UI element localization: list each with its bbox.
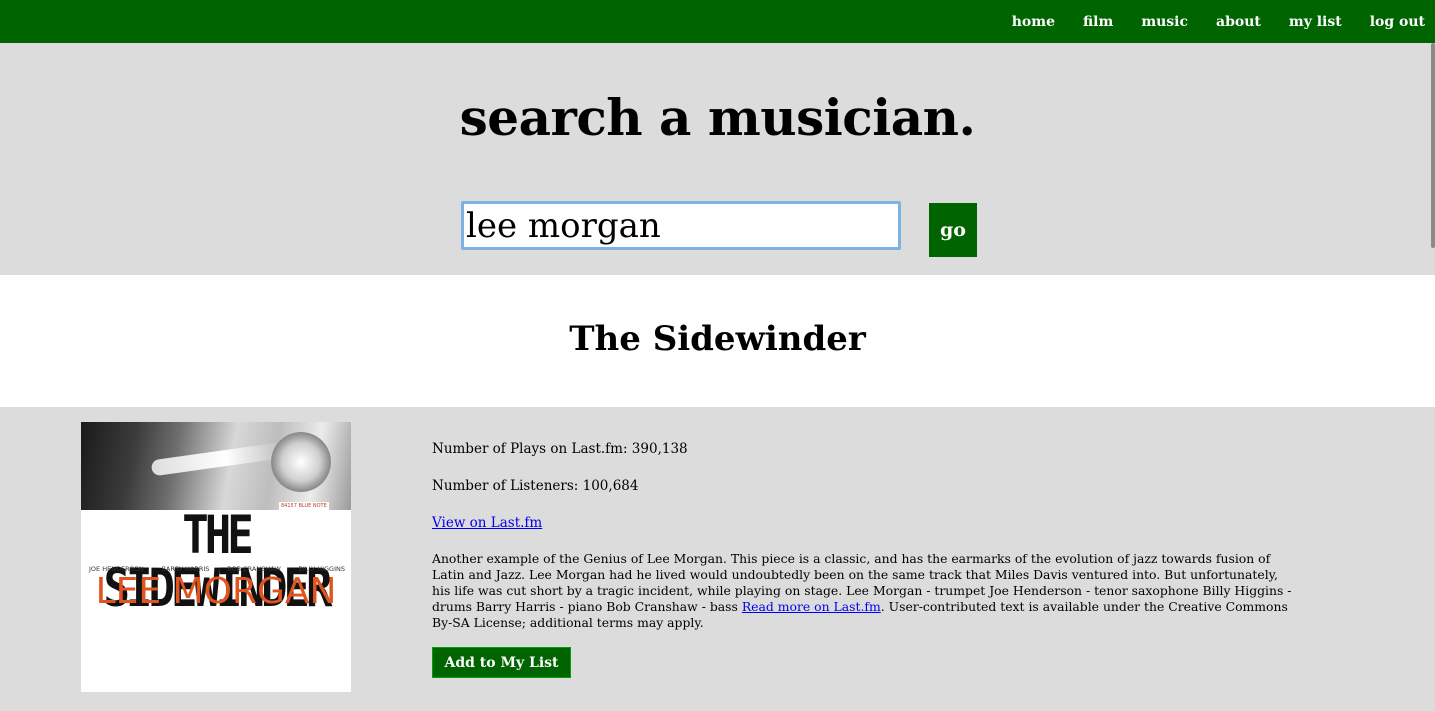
nav-home-link[interactable]: home: [1012, 14, 1055, 30]
search-section: search a musician. go: [0, 43, 1435, 275]
album-bio: Another example of the Genius of Lee Mor…: [432, 551, 1294, 631]
add-to-my-list-button[interactable]: Add to My List: [432, 647, 571, 678]
trumpet-bell-graphic: [271, 432, 331, 492]
blue-note-logo: 84157 BLUE NOTE: [279, 502, 329, 510]
nav-my-list-link[interactable]: my list: [1289, 14, 1342, 30]
read-more-link[interactable]: Read more on Last.fm: [742, 599, 881, 614]
nav-music-link[interactable]: music: [1141, 14, 1188, 30]
page-scrollbar[interactable]: [1431, 43, 1435, 248]
musician-search-input[interactable]: [461, 201, 901, 250]
cover-artist-text: LEE MORGAN: [95, 571, 337, 612]
plays-count: Number of Plays on Last.fm: 390,138: [432, 441, 688, 457]
nav-film-link[interactable]: film: [1083, 14, 1113, 30]
nav-log-out-link[interactable]: log out: [1370, 14, 1425, 30]
view-on-lastfm-link[interactable]: View on Last.fm: [432, 515, 542, 531]
album-cover-image: 84157 BLUE NOTE THE SIDEWINDER JOE HENDE…: [81, 422, 351, 692]
top-nav: home film music about my list log out: [0, 0, 1435, 43]
nav-links: home film music about my list log out: [984, 0, 1425, 43]
album-title-section: The Sidewinder: [0, 275, 1435, 407]
listeners-count: Number of Listeners: 100,684: [432, 478, 639, 494]
go-button[interactable]: go: [929, 203, 977, 257]
search-heading: search a musician.: [459, 88, 976, 147]
nav-about-link[interactable]: about: [1216, 14, 1261, 30]
album-title: The Sidewinder: [569, 319, 866, 359]
album-detail-section: 84157 BLUE NOTE THE SIDEWINDER JOE HENDE…: [0, 407, 1435, 711]
